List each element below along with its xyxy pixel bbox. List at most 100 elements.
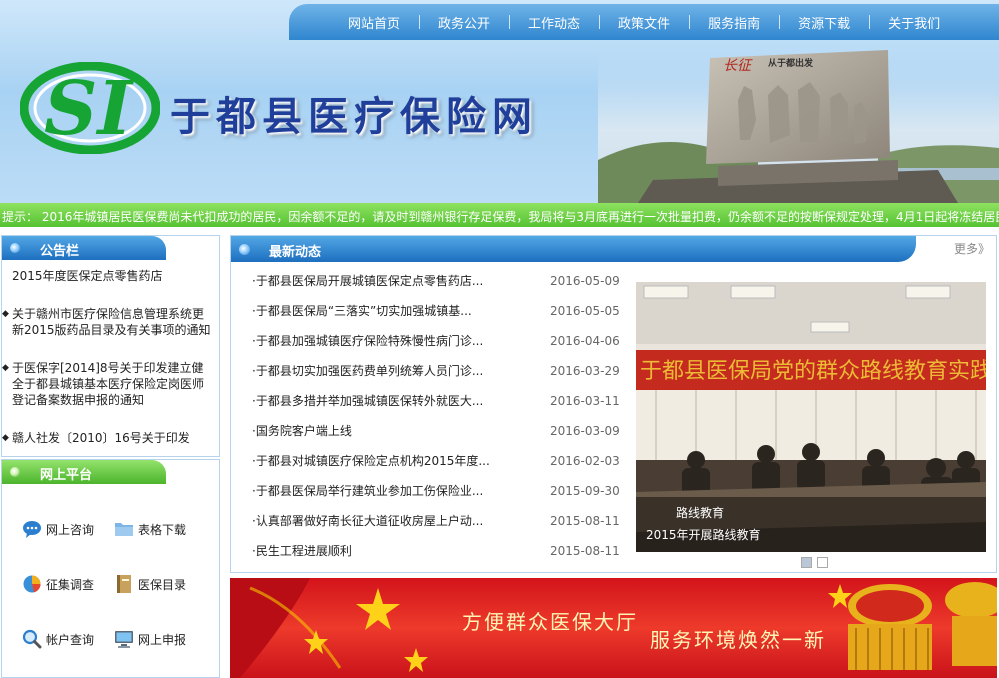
news-date: 2016-05-05 xyxy=(550,304,620,318)
nav-service-guide[interactable]: 服务指南 xyxy=(689,13,779,32)
news-row[interactable]: ·于都县多措并举加强城镇医保转外就医大... 2016-03-11 xyxy=(252,391,622,421)
notice-item-text[interactable]: 2015年度医保定点零售药店 xyxy=(12,269,163,283)
online-declaration-link[interactable]: 网上申报 xyxy=(114,629,186,649)
notice-item[interactable]: 2015年度医保定点零售药店 xyxy=(2,268,219,284)
nav-government-affairs[interactable]: 政务公开 xyxy=(419,13,509,32)
site-title: 于都县医疗保险网 xyxy=(170,93,538,140)
slide-dot-2[interactable] xyxy=(817,557,828,568)
news-row[interactable]: ·于都县对城镇医疗保险定点机构2015年度... 2016-02-03 xyxy=(252,451,622,481)
news-date: 2016-04-06 xyxy=(550,334,620,348)
diamond-bullet-icon: ◆ xyxy=(2,309,9,319)
site-header: 网站首页 政务公开 工作动态 政策文件 服务指南 资源下载 关于我们 SI 于都… xyxy=(0,0,999,203)
news-row[interactable]: ·于都县加强城镇医疗保险特殊慢性病门诊... 2016-04-06 xyxy=(252,331,622,361)
news-date: 2015-09-30 xyxy=(550,484,620,498)
photo-caption[interactable]: 2015年开展路线教育 xyxy=(646,526,761,543)
news-title[interactable]: ·于都县医保局“三落实”切实加强城镇基... xyxy=(252,301,472,321)
latest-news-header: 最新动态 xyxy=(231,236,916,262)
more-news-link[interactable]: 更多》 xyxy=(954,240,990,257)
notice-item[interactable]: ◆ 赣人社发〔2010〕16号关于印发 xyxy=(2,430,219,446)
nav-about-us[interactable]: 关于我们 xyxy=(869,13,959,32)
news-row[interactable]: ·于都县切实加强医药费单列统筹人员门诊... 2016-03-29 xyxy=(252,361,622,391)
nav-home[interactable]: 网站首页 xyxy=(329,13,419,32)
folder-icon xyxy=(115,523,133,536)
svg-text:长征: 长征 xyxy=(723,58,753,74)
notice-item-text[interactable]: 于医保字[2014]8号关于印发建立健全于都县城镇基本医疗保险定岗医师登记备案数… xyxy=(12,361,204,407)
online-platform-title: 网上平台 xyxy=(40,468,93,483)
news-title[interactable]: ·于都县医保局举行建筑业参加工伤保险业... xyxy=(252,481,483,501)
online-platform-header: 网上平台 xyxy=(2,460,166,484)
news-title[interactable]: ·于都县多措并举加强城镇医保转外就医大... xyxy=(252,391,483,411)
csi-logo: SI xyxy=(20,62,160,154)
latest-news-title: 最新动态 xyxy=(269,245,322,260)
main-nav: 网站首页 政务公开 工作动态 政策文件 服务指南 资源下载 关于我们 xyxy=(289,4,999,40)
notice-list: 2015年度医保定点零售药店 ◆ 关于赣州市医疗保险信息管理系统更新2015版药… xyxy=(2,260,219,456)
news-title[interactable]: ·于都县对城镇医疗保险定点机构2015年度... xyxy=(252,451,490,471)
notice-item-text[interactable]: 赣人社发〔2010〕16号关于印发 xyxy=(12,431,190,445)
news-title[interactable]: ·国务院客户端上线 xyxy=(252,421,352,441)
news-row[interactable]: ·国务院客户端上线 2016-03-09 xyxy=(252,421,622,451)
online-consult-link[interactable]: 网上咨询 xyxy=(22,519,94,539)
notice-board-title: 公告栏 xyxy=(40,244,80,259)
monument-photo: 长征 从于都出发 xyxy=(598,40,999,203)
online-platform-panel: 网上平台 网上咨询 表格下载 征集调查 医保目录 帐户查询 网上申报 xyxy=(1,459,220,678)
diamond-bullet-icon: ◆ xyxy=(2,433,9,443)
notice-item-text[interactable]: 关于赣州市医疗保险信息管理系统更新2015版药品目录及有关事项的通知 xyxy=(12,307,211,337)
medicare-catalog-label[interactable]: 医保目录 xyxy=(138,576,186,593)
book-icon xyxy=(117,575,131,593)
news-date: 2016-03-09 xyxy=(550,424,620,438)
monument-inscription: 从于都出发 xyxy=(768,57,814,69)
notice-marquee[interactable]: 提示： 2016年城镇居民医保费尚未代扣成功的居民，因余额不足的，请及时到赣州银… xyxy=(0,203,999,227)
svg-text:于都县医保局党的群众路线教育实践活动动员大会: 于都县医保局党的群众路线教育实践活动动员大会 xyxy=(640,359,986,384)
pie-chart-icon xyxy=(23,575,41,593)
lantern-icon xyxy=(848,582,997,670)
photo-caption-tag: 路线教育 xyxy=(676,506,725,520)
notice-board-header: 公告栏 xyxy=(2,236,166,260)
account-inquiry-link[interactable]: 帐户查询 xyxy=(22,629,94,649)
promo-banner[interactable]: 方便群众医保大厅 服务环境焕然一新 xyxy=(230,578,997,678)
news-title[interactable]: ·于都县加强城镇医疗保险特殊慢性病门诊... xyxy=(252,331,483,351)
nav-policy-documents[interactable]: 政策文件 xyxy=(599,13,689,32)
monitor-icon xyxy=(115,631,133,648)
form-download-label[interactable]: 表格下载 xyxy=(138,521,186,538)
news-row[interactable]: ·于都县医保局举行建筑业参加工伤保险业... 2015-09-30 xyxy=(252,481,622,511)
news-row[interactable]: ·民生工程进展顺利 2015-08-11 xyxy=(252,541,622,571)
nav-work-news[interactable]: 工作动态 xyxy=(509,13,599,32)
diamond-bullet-icon: ◆ xyxy=(2,363,9,373)
slideshow-pager xyxy=(801,557,828,568)
account-inquiry-label[interactable]: 帐户查询 xyxy=(46,631,94,648)
news-list: ·于都县医保局开展城镇医保定点零售药店... 2016-05-09 ·于都县医保局… xyxy=(252,271,622,571)
bullet-orb-icon xyxy=(239,244,250,255)
news-title[interactable]: ·民生工程进展顺利 xyxy=(252,541,352,561)
news-title[interactable]: ·于都县切实加强医药费单列统筹人员门诊... xyxy=(252,361,483,381)
news-title[interactable]: ·于都县医保局开展城镇医保定点零售药店... xyxy=(252,271,483,291)
bullet-orb-icon xyxy=(10,467,20,477)
news-row[interactable]: ·于都县医保局开展城镇医保定点零售药店... 2016-05-09 xyxy=(252,271,622,301)
magnifier-icon xyxy=(22,629,42,649)
online-declaration-label[interactable]: 网上申报 xyxy=(138,631,186,648)
online-consult-label[interactable]: 网上咨询 xyxy=(46,521,94,538)
nav-downloads[interactable]: 资源下载 xyxy=(779,13,869,32)
bullet-orb-icon xyxy=(10,243,20,253)
news-date: 2015-08-11 xyxy=(550,544,620,558)
survey-label[interactable]: 征集调查 xyxy=(46,576,94,593)
news-date: 2015-08-11 xyxy=(550,514,620,528)
survey-link[interactable]: 征集调查 xyxy=(22,574,94,594)
banner-headline-1: 方便群众医保大厅 xyxy=(462,610,638,634)
notice-item[interactable]: ◆ 于医保字[2014]8号关于印发建立健全于都县城镇基本医疗保险定岗医师登记备… xyxy=(2,360,219,408)
slide-dot-1[interactable] xyxy=(801,557,812,568)
news-row[interactable]: ·于都县医保局“三落实”切实加强城镇基... 2016-05-05 xyxy=(252,301,622,331)
chat-bubble-icon xyxy=(23,521,41,538)
notice-item[interactable]: ◆ 关于赣州市医疗保险信息管理系统更新2015版药品目录及有关事项的通知 xyxy=(2,306,219,338)
news-title[interactable]: ·认真部署做好南长征大道征收房屋上户动... xyxy=(252,511,483,531)
medicare-catalog-link[interactable]: 医保目录 xyxy=(114,574,186,594)
news-date: 2016-05-09 xyxy=(550,274,620,288)
banner-headline-2: 服务环境焕然一新 xyxy=(650,628,826,652)
news-date: 2016-02-03 xyxy=(550,454,620,468)
marquee-text: 提示： 2016年城镇居民医保费尚未代扣成功的居民，因余额不足的，请及时到赣州银… xyxy=(2,210,999,224)
latest-news-panel: 最新动态 更多》 ·于都县医保局开展城镇医保定点零售药店... 2016-05-0… xyxy=(230,235,997,573)
news-slideshow-photo[interactable]: 于都县医保局党的群众路线教育实践活动动员大会 xyxy=(636,282,986,552)
news-date: 2016-03-29 xyxy=(550,364,620,378)
news-row[interactable]: ·认真部署做好南长征大道征收房屋上户动... 2015-08-11 xyxy=(252,511,622,541)
form-download-link[interactable]: 表格下载 xyxy=(114,519,186,539)
logo-lettering: SI xyxy=(44,66,134,152)
